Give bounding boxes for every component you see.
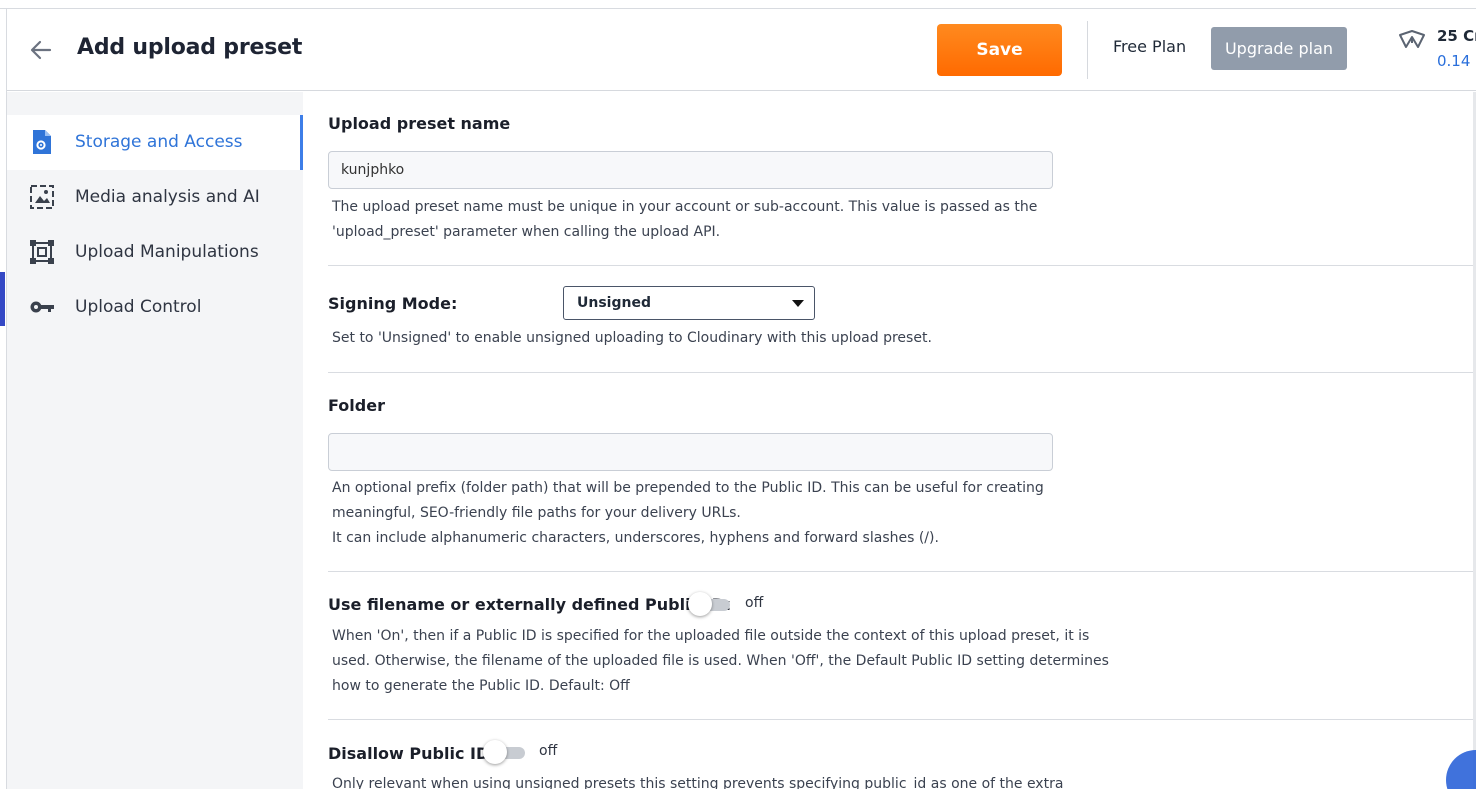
preset-name-help-line-1: The upload preset name must be unique in… bbox=[332, 199, 1038, 215]
sidebar-item-storage-and-access[interactable]: Storage and Access bbox=[7, 115, 303, 170]
credits-gauge-icon bbox=[1399, 30, 1425, 48]
toggle-knob bbox=[483, 740, 507, 764]
back-arrow-icon[interactable] bbox=[28, 37, 54, 63]
section-divider bbox=[328, 265, 1476, 266]
use-filename-state: off bbox=[745, 595, 764, 611]
header-divider bbox=[1087, 21, 1088, 79]
credits-usage[interactable]: 0.14 ( bbox=[1437, 52, 1476, 70]
section-divider bbox=[328, 719, 1476, 720]
left-accent-bar bbox=[0, 272, 5, 326]
toggle-knob bbox=[688, 592, 712, 616]
sidebar: Storage and Access Media analysis and AI… bbox=[7, 92, 303, 789]
main-form: Upload preset name The upload preset nam… bbox=[303, 92, 1476, 789]
folder-help-line-2: meaningful, SEO-friendly file paths for … bbox=[332, 505, 741, 521]
sidebar-item-upload-manipulations[interactable]: Upload Manipulations bbox=[7, 225, 303, 280]
key-icon bbox=[30, 301, 54, 313]
sidebar-item-upload-control[interactable]: Upload Control bbox=[7, 280, 303, 335]
file-settings-icon bbox=[33, 130, 51, 154]
credits-title[interactable]: 25 Cr bbox=[1437, 27, 1476, 45]
sidebar-item-label: Upload Manipulations bbox=[75, 242, 259, 262]
sidebar-item-label: Storage and Access bbox=[75, 132, 243, 152]
disallow-public-id-state: off bbox=[539, 743, 558, 759]
upgrade-plan-button[interactable]: Upgrade plan bbox=[1211, 27, 1347, 70]
folder-help-line-1: An optional prefix (folder path) that wi… bbox=[332, 480, 1044, 496]
preset-name-help-line-2: 'upload_preset' parameter when calling t… bbox=[332, 224, 721, 240]
sidebar-item-label: Upload Control bbox=[75, 297, 202, 317]
preset-name-input[interactable] bbox=[328, 151, 1053, 189]
folder-help-line-3: It can include alphanumeric characters, … bbox=[332, 530, 939, 546]
disallow-public-id-toggle[interactable] bbox=[483, 739, 529, 765]
page-title: Add upload preset bbox=[77, 35, 303, 60]
folder-label: Folder bbox=[328, 396, 385, 415]
image-frame-icon bbox=[30, 185, 54, 209]
signing-mode-value: Unsigned bbox=[577, 295, 651, 311]
signing-mode-help: Set to 'Unsigned' to enable unsigned upl… bbox=[332, 330, 932, 346]
use-filename-toggle[interactable] bbox=[688, 591, 734, 617]
section-divider bbox=[328, 372, 1476, 373]
folder-input[interactable] bbox=[328, 433, 1053, 471]
use-filename-help-line-2: used. Otherwise, the filename of the upl… bbox=[332, 653, 1109, 669]
chevron-down-icon bbox=[792, 300, 804, 307]
disallow-public-id-help-line-1: Only relevant when using unsigned preset… bbox=[332, 776, 1064, 789]
header: Add upload preset Save Free Plan Upgrade… bbox=[7, 9, 1476, 91]
use-filename-help-line-1: When 'On', then if a Public ID is specif… bbox=[332, 628, 1090, 644]
sidebar-item-label: Media analysis and AI bbox=[75, 187, 260, 207]
section-divider bbox=[328, 571, 1476, 572]
use-filename-label: Use filename or externally defined Publi… bbox=[328, 595, 732, 614]
preset-name-label: Upload preset name bbox=[328, 114, 511, 133]
use-filename-help-line-3: how to generate the Public ID. Default: … bbox=[332, 678, 630, 694]
sidebar-item-media-analysis[interactable]: Media analysis and AI bbox=[7, 170, 303, 225]
signing-mode-select[interactable]: Unsigned bbox=[563, 286, 815, 320]
crop-frame-icon bbox=[30, 240, 54, 264]
disallow-public-id-label: Disallow Public ID: bbox=[328, 744, 496, 763]
signing-mode-label: Signing Mode: bbox=[328, 294, 458, 313]
plan-label: Free Plan bbox=[1113, 37, 1187, 56]
save-button[interactable]: Save bbox=[937, 24, 1062, 76]
